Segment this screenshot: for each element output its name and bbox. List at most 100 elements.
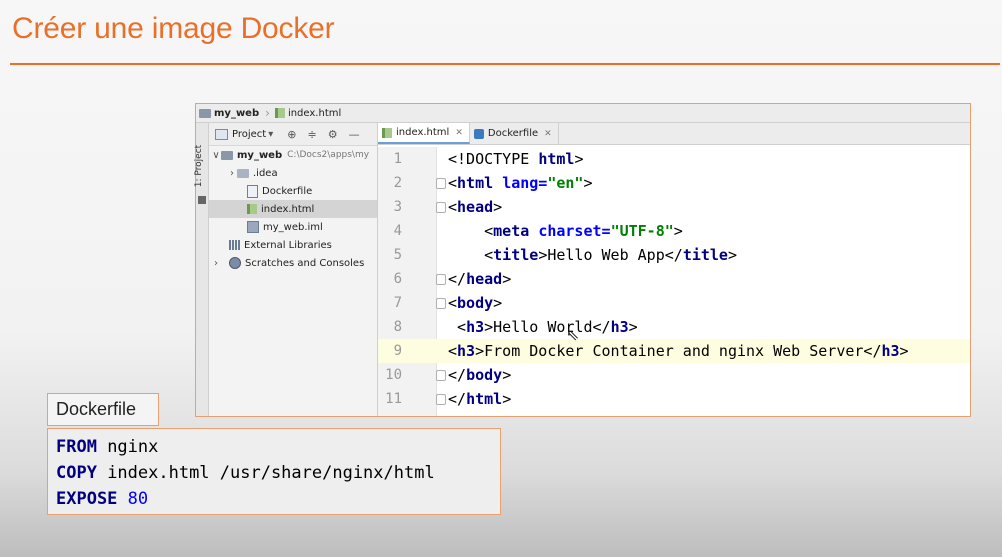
- code-text: <body>: [448, 291, 502, 315]
- project-panel: Project ▾ ⊕ ≑ ⚙ — ∨ my_web C:\Docs2\apps…: [209, 123, 378, 416]
- code-line[interactable]: 8 <h3>Hello World</h3>: [378, 315, 970, 339]
- dockerfile-argument: index.html /usr/share/nginx/html: [96, 463, 435, 483]
- code-token: <: [448, 342, 458, 360]
- code-line[interactable]: 10 </body>: [378, 363, 970, 387]
- dockerfile-argument: nginx: [96, 437, 159, 457]
- breadcrumb-project[interactable]: my_web: [196, 104, 263, 122]
- code-token: html: [457, 174, 503, 192]
- close-icon[interactable]: ✕: [455, 128, 463, 138]
- title-divider: [10, 63, 1000, 65]
- line-number: 10: [385, 367, 402, 383]
- code-line[interactable]: 11 </html>: [378, 387, 970, 411]
- dockerfile-argument: [117, 489, 127, 509]
- code-text: <title>Hello Web App</title>: [448, 243, 737, 267]
- line-number: 11: [385, 391, 402, 407]
- code-token: >: [899, 342, 909, 360]
- code-line[interactable]: 4 <meta charset="UTF-8">: [378, 219, 970, 243]
- fold-marker-icon[interactable]: [436, 202, 446, 213]
- tree-item-label: index.html: [261, 203, 315, 215]
- dropdown-chevron-icon[interactable]: ▾: [268, 129, 273, 140]
- breadcrumb-project-label: my_web: [214, 107, 260, 119]
- tree-item-iml[interactable]: my_web.iml: [209, 218, 377, 236]
- tab-dockerfile[interactable]: Dockerfile ✕: [470, 123, 559, 144]
- dockerfile-keyword: FROM: [56, 437, 97, 457]
- locate-target-icon[interactable]: ⊕: [287, 128, 296, 141]
- fold-marker-icon[interactable]: [436, 370, 446, 381]
- dockerfile-keyword: EXPOSE: [56, 489, 118, 509]
- breadcrumb-file[interactable]: index.html: [272, 104, 345, 122]
- fold-marker-icon[interactable]: [436, 298, 446, 309]
- editor-tab-bar: index.html ✕ Dockerfile ✕: [378, 123, 970, 145]
- code-token: >From Docker Container and nginx Web Ser…: [475, 342, 882, 360]
- dockerfile-label: Dockerfile: [47, 393, 159, 426]
- html-file-icon: [247, 204, 257, 214]
- fold-marker-icon[interactable]: [436, 178, 446, 189]
- module-file-icon: [247, 221, 259, 233]
- fold-marker-icon[interactable]: [436, 394, 446, 405]
- hide-panel-icon[interactable]: —: [349, 128, 360, 141]
- code-token: <: [448, 294, 458, 312]
- code-token: head: [466, 270, 503, 288]
- code-token: <: [448, 318, 467, 336]
- line-number: 4: [393, 223, 402, 239]
- project-view-dropdown[interactable]: Project: [232, 129, 266, 140]
- tree-item-label: my_web.iml: [263, 221, 323, 233]
- code-line[interactable]: 2 <html lang="en">: [378, 171, 970, 195]
- line-number: 9: [393, 343, 402, 359]
- collapse-all-icon[interactable]: ≑: [307, 128, 316, 141]
- code-token: html: [466, 390, 503, 408]
- line-number: 8: [393, 319, 402, 335]
- code-text: </body>: [448, 363, 511, 387]
- chevron-down-icon[interactable]: ∨: [211, 150, 221, 161]
- code-text: <!DOCTYPE html>: [448, 147, 583, 171]
- chevron-right-icon[interactable]: ›: [211, 258, 221, 269]
- tab-index-html[interactable]: index.html ✕: [378, 123, 470, 144]
- tree-item-dockerfile[interactable]: Dockerfile: [209, 182, 377, 200]
- code-token: charset=: [538, 222, 611, 240]
- project-tool-button[interactable]: 1: Project: [194, 145, 204, 187]
- code-token: >: [727, 246, 737, 264]
- code-text: <h3>Hello World</h3>: [448, 315, 638, 339]
- code-token: title: [682, 246, 728, 264]
- tab-label: index.html: [396, 127, 450, 138]
- docker-file-icon: [473, 128, 484, 139]
- fold-marker-icon[interactable]: [436, 274, 446, 285]
- code-token: >: [628, 318, 638, 336]
- code-token: <: [448, 174, 458, 192]
- breadcrumb-file-label: index.html: [287, 107, 342, 119]
- tree-item-project-root[interactable]: ∨ my_web C:\Docs2\apps\my: [209, 146, 377, 164]
- structure-icon[interactable]: [198, 196, 206, 204]
- code-token: >: [673, 222, 683, 240]
- code-token: h3: [881, 342, 900, 360]
- code-line[interactable]: 7 <body>: [378, 291, 970, 315]
- dockerfile-line: FROM nginx: [56, 434, 500, 460]
- code-line[interactable]: 5 <title>Hello Web App</title>: [378, 243, 970, 267]
- code-line[interactable]: 9 < h3>From Docker Container and nginx Web…: [378, 339, 970, 363]
- dockerfile-port: 80: [127, 489, 149, 509]
- code-editor[interactable]: index.html ✕ Dockerfile ✕ 1 <!DOCTYPE htm…: [378, 123, 970, 416]
- gear-icon[interactable]: ⚙: [328, 128, 338, 141]
- line-number: 2: [393, 175, 402, 191]
- tree-item-index-html[interactable]: index.html: [209, 200, 377, 218]
- close-icon[interactable]: ✕: [544, 129, 552, 139]
- code-line[interactable]: 3 <head>: [378, 195, 970, 219]
- code-token: >: [502, 270, 512, 288]
- dockerfile-line: EXPOSE 80: [56, 486, 500, 512]
- code-line[interactable]: 6 </head>: [378, 267, 970, 291]
- tree-item-idea[interactable]: › .idea: [209, 164, 377, 182]
- breadcrumb-separator-icon: ›: [265, 106, 270, 120]
- chevron-right-icon[interactable]: ›: [227, 168, 237, 179]
- mouse-cursor-icon: ⇖: [566, 325, 580, 344]
- tree-item-scratches[interactable]: › Scratches and Consoles: [209, 254, 377, 272]
- line-number: 7: [393, 295, 402, 311]
- code-line[interactable]: 1 <!DOCTYPE html>: [378, 147, 970, 171]
- dockerfile-keyword: COPY: [56, 463, 97, 483]
- code-token: >: [583, 174, 593, 192]
- code-token: body: [466, 366, 503, 384]
- tree-item-label: .idea: [253, 167, 278, 179]
- code-text: </head>: [448, 267, 511, 291]
- code-token: "UTF-8": [610, 222, 674, 240]
- folder-icon: [221, 150, 233, 160]
- folder-icon: [237, 168, 249, 178]
- tree-item-external-libraries[interactable]: External Libraries: [209, 236, 377, 254]
